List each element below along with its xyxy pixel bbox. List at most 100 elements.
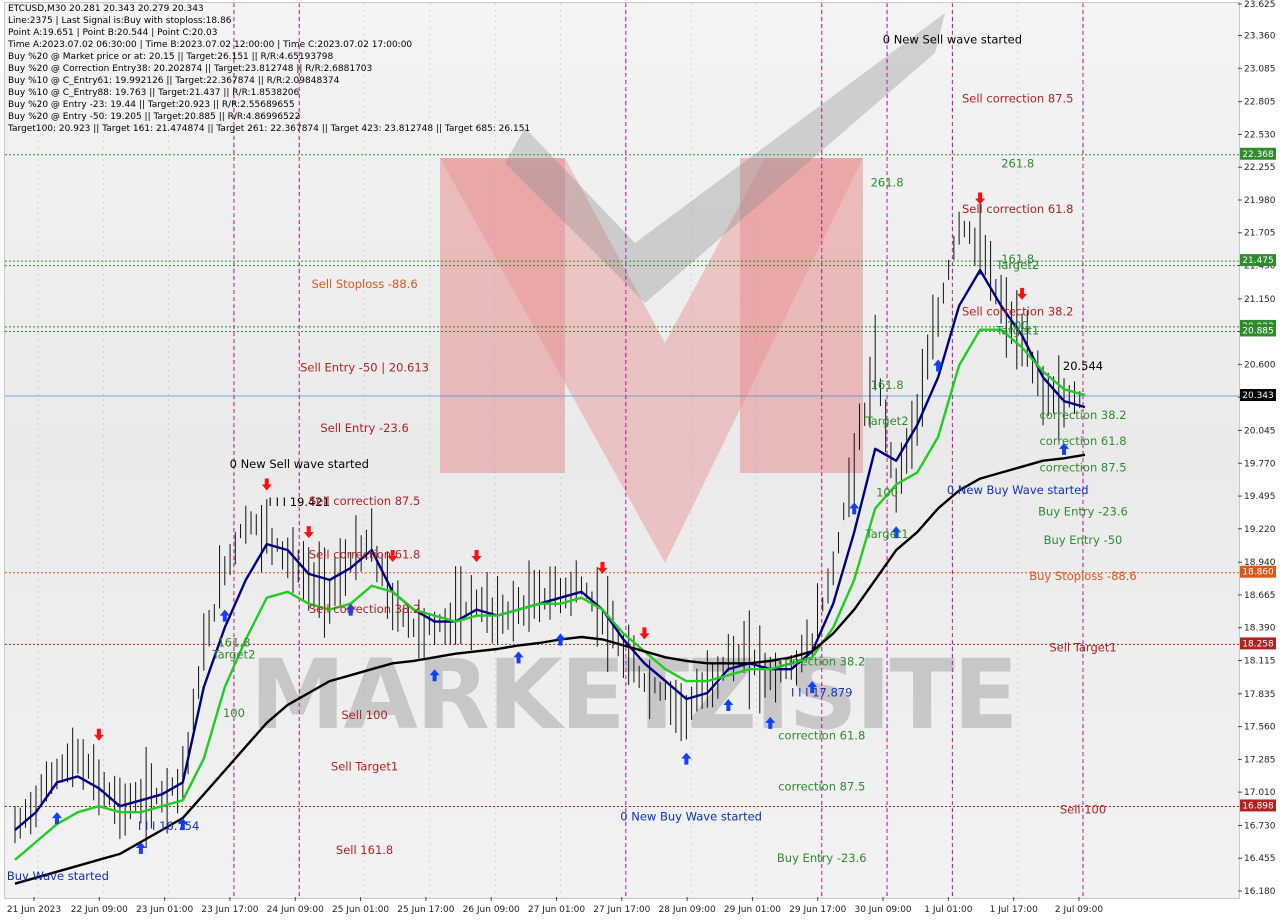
level-annotation: 100 bbox=[223, 706, 245, 720]
price-tag-label: 16.898 bbox=[1242, 801, 1274, 811]
price-tick-label: 18.940 bbox=[1244, 558, 1276, 568]
price-tag-box bbox=[1240, 799, 1276, 812]
price-tag-label: 21.475 bbox=[1242, 256, 1274, 266]
watermark-text: MARKETZISITE bbox=[250, 639, 1016, 751]
annotations: Sell correction 87.5 261.8 Sell correction… bbox=[5, 33, 1137, 883]
signal-info-line: Point A:19.651 | Point B:20.544 | Point … bbox=[8, 28, 218, 38]
level-annotation: Sell Stoploss -88.6 bbox=[311, 277, 417, 291]
level-annotation: Target2 bbox=[995, 258, 1039, 272]
time-tick-label: 29 Jun 01:00 bbox=[724, 905, 781, 915]
level-annotation: Buy Entry -23.6 bbox=[777, 851, 867, 865]
level-annotation: Buy Entry -50 bbox=[1044, 533, 1123, 547]
time-tick-label: 23 Jun 17:00 bbox=[201, 905, 258, 915]
price-tag-box bbox=[1240, 389, 1276, 402]
price-tag-label: 20.923 bbox=[1242, 322, 1274, 332]
level-annotation: I I I 17.879 bbox=[791, 686, 852, 700]
level-annotation: 0 New Sell wave started bbox=[230, 457, 369, 471]
level-annotation: 0 New Buy Wave started bbox=[947, 483, 1089, 497]
level-annotation: Sell correction 61.8 bbox=[309, 547, 420, 561]
time-tick-label: 25 Jun 01:00 bbox=[332, 905, 389, 915]
signal-info-line: Target100: 20.923 || Target 161: 21.4748… bbox=[8, 124, 531, 134]
price-tick-label: 16.455 bbox=[1244, 854, 1276, 864]
price-tick-label: 18.115 bbox=[1244, 656, 1276, 666]
level-annotation: Sell correction 87.5 bbox=[309, 494, 420, 508]
price-tag-box bbox=[1240, 324, 1276, 337]
price-tick-label: 19.220 bbox=[1244, 525, 1276, 535]
price-tick-label: 21.980 bbox=[1244, 196, 1276, 206]
price-tick-label: 23.625 bbox=[1244, 0, 1276, 10]
price-tags: 22.368 21.475 20.92320.885 20.343 18.860 18.2… bbox=[1240, 147, 1276, 812]
time-tick-label: 1 Jul 01:00 bbox=[924, 905, 973, 915]
time-tick-label: 28 Jun 09:00 bbox=[659, 905, 716, 915]
level-annotation: Sell 100 bbox=[341, 708, 387, 722]
price-tick-label: 22.530 bbox=[1244, 130, 1276, 140]
level-annotation: Sell correction 87.5 bbox=[962, 92, 1073, 106]
time-tick-label: 26 Jun 09:00 bbox=[463, 905, 520, 915]
price-tag-box bbox=[1240, 565, 1276, 578]
price-tick-label: 16.730 bbox=[1244, 821, 1276, 831]
level-annotation: correction 38.2 bbox=[1039, 408, 1126, 422]
level-annotation: correction 38.2 bbox=[778, 655, 865, 669]
signal-info-line: Buy %20 @ Correction Entry38: 20.202874 … bbox=[8, 64, 373, 74]
sell-arrow-icon bbox=[639, 627, 650, 640]
signal-info-line: Buy %20 @ Market price or at: 20.15 || T… bbox=[8, 52, 334, 62]
level-annotation: I I I 16.754 bbox=[138, 819, 199, 833]
sell-arrow-icon bbox=[597, 561, 608, 574]
price-tick-label: 21.150 bbox=[1244, 295, 1276, 305]
level-annotation: correction 87.5 bbox=[1039, 460, 1126, 474]
signal-info-line: Buy %20 @ Entry -50: 19.205 || Target:20… bbox=[8, 112, 301, 122]
level-annotation: 0 New Buy Wave started bbox=[5, 869, 109, 883]
level-annotation: Sell correction 61.8 bbox=[962, 202, 1073, 216]
level-annotation: Sell Entry -50 | 20.613 bbox=[300, 360, 429, 374]
symbol-line: ETCUSD,M30 20.281 20.343 20.279 20.343 bbox=[8, 4, 204, 14]
time-tick-label: 23 Jun 01:00 bbox=[136, 905, 193, 915]
price-tick-label: 20.325 bbox=[1244, 393, 1276, 403]
level-annotation: Buy Stoploss -88.6 bbox=[1029, 569, 1136, 583]
level-annotation: Target1 bbox=[865, 527, 909, 541]
sell-arrow-icon bbox=[93, 728, 104, 741]
level-annotation: Sell Entry -23.6 bbox=[320, 421, 408, 435]
price-tag-box bbox=[1240, 319, 1276, 332]
price-tag-label: 22.368 bbox=[1242, 150, 1274, 160]
price-tag-label: 20.885 bbox=[1242, 326, 1274, 336]
chart-canvas: MARKETZISITE Sell correction 87.5261.8Se… bbox=[5, 3, 1239, 898]
price-tick-label: 21.705 bbox=[1244, 229, 1276, 239]
signal-info-line: Buy %20 @ Entry -23: 19.44 || Target:20.… bbox=[8, 100, 295, 110]
signal-info-line: Buy %10 @ C_Entry61: 19.992126 || Target… bbox=[8, 76, 340, 86]
signal-info-line: Time A:2023.07.02 06:30:00 | Time B:2023… bbox=[8, 40, 413, 50]
time-tick-label: 2 Jul 09:00 bbox=[1055, 905, 1104, 915]
level-annotation: Target2 bbox=[211, 647, 255, 661]
level-annotation: Sell correction 38.2 bbox=[962, 304, 1073, 318]
time-tick-label: 24 Jun 09:00 bbox=[267, 905, 324, 915]
level-annotation: Sell Target1 bbox=[1049, 640, 1116, 654]
level-annotation: 20.544 bbox=[1063, 359, 1103, 373]
price-axis: 23.625 23.360 23.085 22.805 22.530 22.255 21.9… bbox=[1238, 0, 1276, 897]
price-tick-label: 17.285 bbox=[1244, 755, 1276, 765]
level-annotation: 261.8 bbox=[1001, 157, 1034, 171]
level-annotation: Buy Entry -23.6 bbox=[1038, 505, 1128, 519]
sell-arrow-icon bbox=[303, 526, 314, 539]
sell-arrow-icon bbox=[1017, 287, 1028, 300]
level-annotation: correction 87.5 bbox=[778, 780, 865, 794]
price-tag-label: 20.343 bbox=[1242, 391, 1274, 401]
price-tag-box bbox=[1240, 254, 1276, 267]
price-tick-label: 17.560 bbox=[1244, 723, 1276, 733]
plot-area[interactable]: MARKETZISITE Sell correction 87.5 261.8 Se… bbox=[4, 2, 1240, 899]
time-tick-label: 25 Jun 17:00 bbox=[397, 905, 454, 915]
sell-arrow-icon bbox=[261, 478, 272, 491]
price-tick-label: 18.665 bbox=[1244, 591, 1276, 601]
price-tick-label: 21.430 bbox=[1244, 262, 1276, 272]
price-tag-label: 18.258 bbox=[1242, 639, 1274, 649]
price-tick-label: 19.495 bbox=[1244, 492, 1276, 502]
time-tick-label: 29 Jun 17:00 bbox=[789, 905, 846, 915]
time-tick-label: 1 Jul 17:00 bbox=[990, 905, 1039, 915]
level-annotation: 161.8 bbox=[871, 378, 904, 392]
time-tick-label: 21 Jun 2023 bbox=[7, 905, 61, 915]
price-tick-label: 23.085 bbox=[1244, 64, 1276, 74]
level-annotation: 100 bbox=[876, 485, 898, 499]
price-tick-label: 22.805 bbox=[1244, 98, 1276, 108]
price-tag-box bbox=[1240, 637, 1276, 650]
time-tick-label: 22 Jun 09:00 bbox=[71, 905, 128, 915]
time-tick-label: 27 Jun 17:00 bbox=[593, 905, 650, 915]
level-annotation: Sell Target1 bbox=[331, 759, 398, 773]
